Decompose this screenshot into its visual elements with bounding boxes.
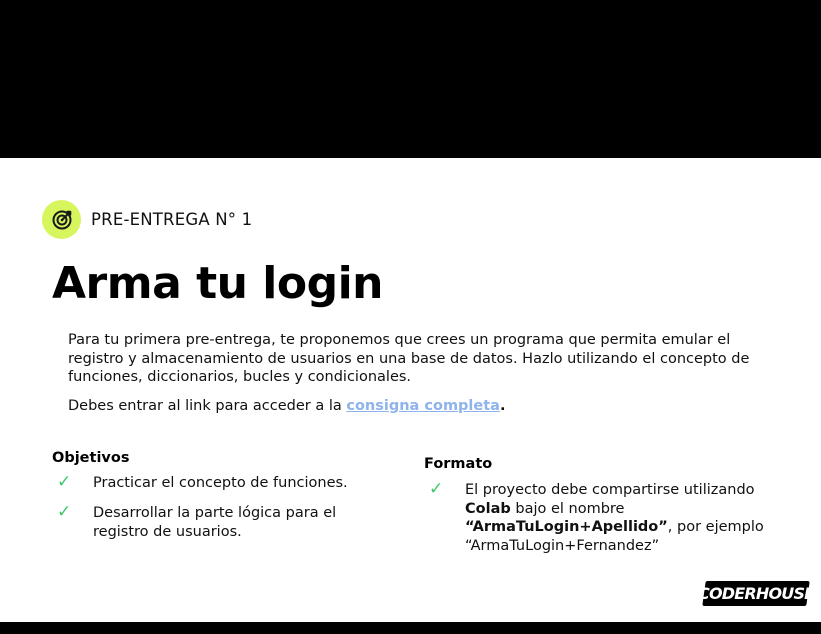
formato-text: , por ejemplo (667, 519, 764, 535)
objetivo-item-line: registro de usuarios. (93, 523, 242, 540)
formato-title: Formato (424, 456, 493, 472)
formato-item: El proyecto debe compartirse utilizando … (465, 481, 785, 555)
formato-line: Colab bajo el nombre (465, 500, 785, 519)
file-name-label: “ArmaTuLogin+Apellido” (465, 519, 668, 535)
objetivo-item: Desarrollar la parte lógica para el regi… (93, 504, 336, 541)
colab-label: Colab (465, 500, 511, 517)
formato-line: El proyecto debe compartirse utilizando (465, 482, 755, 498)
badge-label: PRE-ENTREGA N° 1 (91, 210, 253, 229)
footer-band (0, 622, 821, 634)
consigna-link[interactable]: consigna completa (346, 398, 500, 414)
target-icon (42, 200, 81, 239)
objetivo-item: Practicar el concepto de funciones. (93, 475, 348, 491)
objetivo-item-line: Desarrollar la parte lógica para el (93, 505, 337, 521)
formato-text: bajo el nombre (510, 500, 625, 517)
intro-paragraph: Para tu primera pre-entrega, te proponem… (68, 332, 750, 385)
formato-line: “ArmaTuLogin+Fernandez” (465, 537, 660, 554)
formato-line: “ArmaTuLogin+Apellido”, por ejemplo (465, 518, 785, 537)
coderhouse-logo: CODERHOUSE (698, 581, 814, 606)
check-icon: ✓ (429, 479, 444, 499)
check-icon: ✓ (57, 502, 72, 522)
objetivos-title: Objetivos (52, 450, 130, 466)
page-title: Arma tu login (52, 258, 384, 309)
link-prefix: Debes entrar al link para acceder a la (68, 398, 347, 414)
logo-text: CODERHOUSE (697, 584, 815, 603)
link-sentence: Debes entrar al link para acceder a la c… (68, 398, 505, 414)
section-badge: PRE-ENTREGA N° 1 (42, 200, 252, 239)
check-icon: ✓ (57, 472, 72, 492)
header-band (0, 0, 821, 158)
link-suffix: . (499, 398, 506, 414)
